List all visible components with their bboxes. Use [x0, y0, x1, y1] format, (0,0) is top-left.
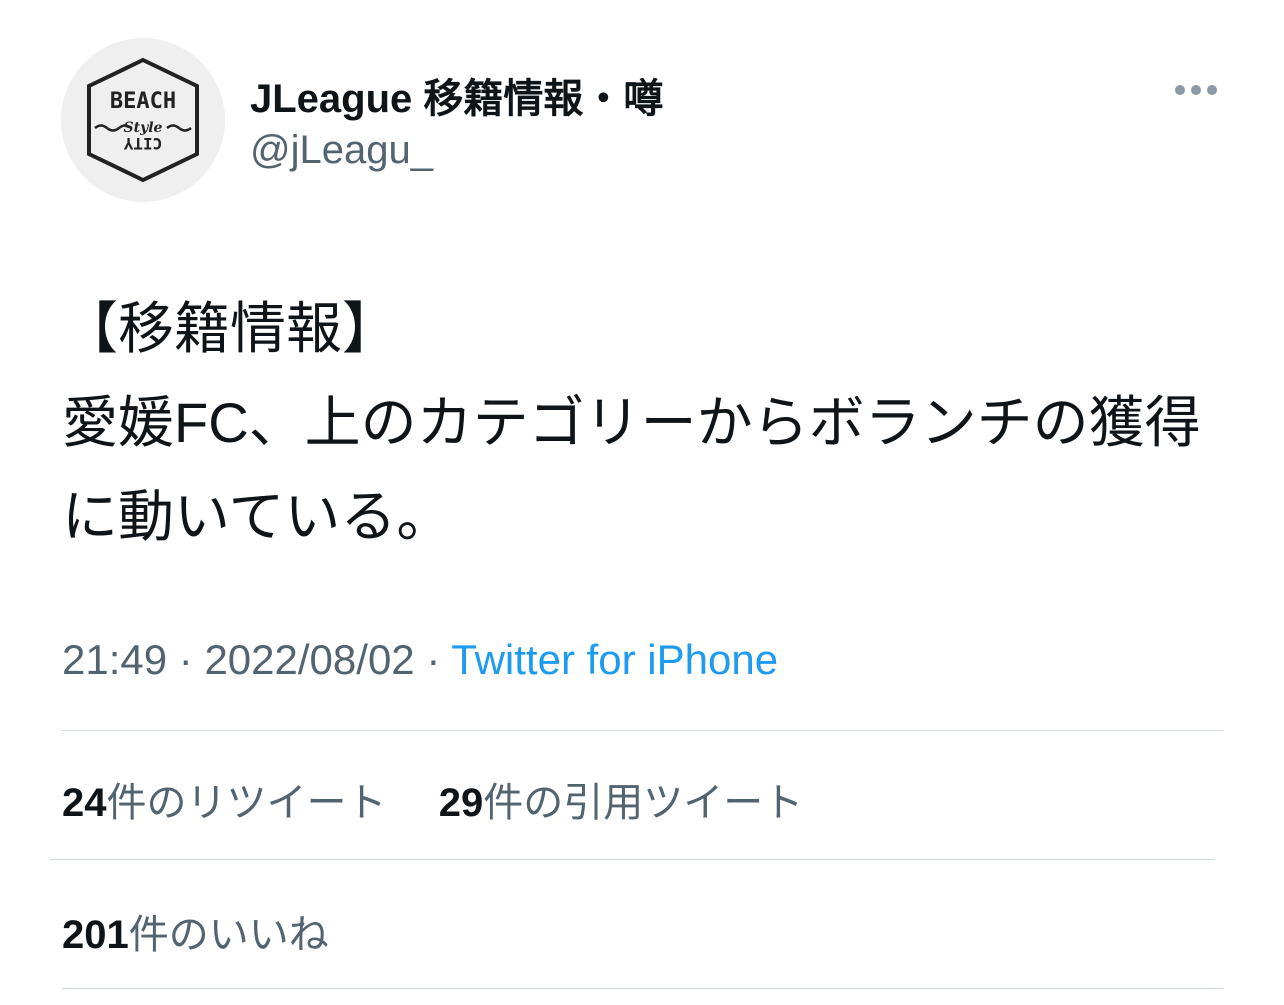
display-name[interactable]: JLeague 移籍情報・噂: [250, 66, 663, 124]
likes-stat[interactable]: 201件のいいね: [62, 913, 329, 957]
divider: [62, 730, 1224, 731]
avatar-middle-text: Style: [124, 120, 163, 136]
meta-separator: ·: [426, 636, 441, 683]
quotes-count: 29: [438, 781, 484, 825]
quotes-label: 件の引用ツイート: [483, 781, 804, 825]
quotes-stat[interactable]: 29件の引用ツイート: [439, 781, 804, 825]
divider: [50, 859, 1215, 860]
tweet-source-link[interactable]: Twitter for iPhone: [451, 636, 778, 683]
avatar-bottom-text: CITY: [123, 134, 162, 153]
tweet-text: 【移籍情報】 愛媛FC、上のカテゴリーからボランチの獲得に動いている。: [62, 297, 1201, 548]
user-handle[interactable]: @jLeagu_: [250, 128, 433, 173]
retweets-count: 24: [62, 781, 107, 825]
tweet-date[interactable]: 2022/08/02: [204, 636, 414, 683]
retweets-stat[interactable]: 24件のリツイート: [62, 781, 398, 825]
likes-label: 件のいいね: [128, 913, 329, 957]
avatar[interactable]: BEACH Style CITY: [61, 38, 225, 202]
tweet-time[interactable]: 21:49: [62, 636, 167, 683]
tweet-meta: 21:49 · 2022/08/02 · Twitter for iPhone: [62, 636, 778, 684]
likes-stats-row: 201件のいいね: [62, 902, 329, 960]
retweets-label: 件のリツイート: [106, 781, 387, 825]
divider: [62, 988, 1224, 989]
avatar-logo: BEACH Style CITY: [61, 38, 225, 202]
meta-separator: ·: [178, 636, 193, 683]
more-horizontal-icon[interactable]: [1172, 76, 1220, 104]
retweet-stats-row: 24件のリツイート 29件の引用ツイート: [62, 770, 803, 828]
likes-count: 201: [62, 913, 129, 957]
avatar-top-text: BEACH: [110, 89, 176, 114]
tweet-detail: BEACH Style CITY JLeague 移籍情報・噂 @jLeagu_…: [0, 0, 1284, 1005]
